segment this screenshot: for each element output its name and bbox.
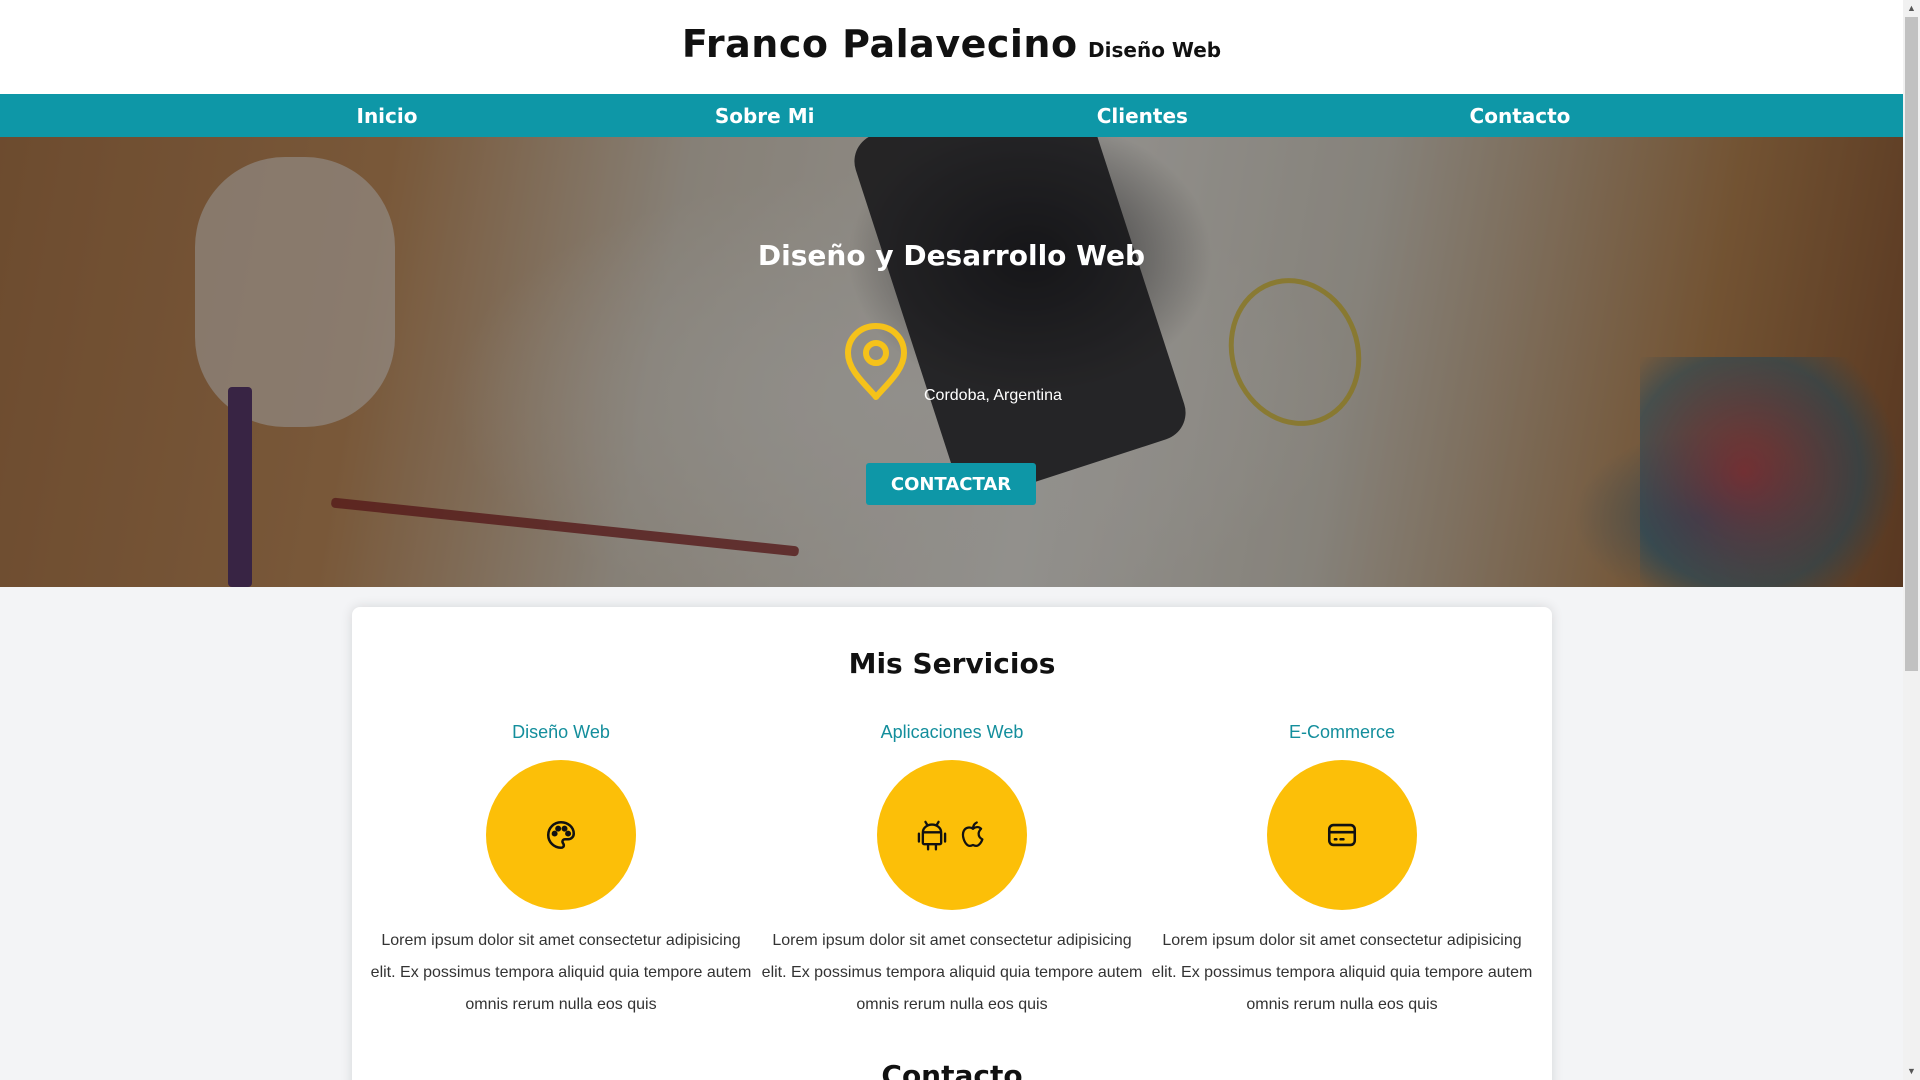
site-header: Franco Palavecino Diseño Web bbox=[0, 0, 1903, 94]
nav-item-inicio[interactable]: Inicio bbox=[262, 104, 512, 128]
credit-card-icon bbox=[1327, 823, 1357, 847]
hero-overlay bbox=[0, 137, 1903, 587]
page-scrollbar[interactable]: ▲ ▼ bbox=[1903, 0, 1920, 1080]
contactar-button[interactable]: CONTACTAR bbox=[866, 463, 1036, 505]
android-icon bbox=[917, 820, 947, 851]
apple-icon bbox=[961, 821, 984, 848]
service-title: E-Commerce bbox=[1288, 722, 1395, 742]
service-e-commerce: E-Commerce Lorem ipsum dolor sit amet co… bbox=[1147, 719, 1537, 1021]
service-icon-circle bbox=[486, 760, 636, 910]
service-description: Lorem ipsum dolor sit amet consectetur a… bbox=[761, 932, 1143, 1013]
map-pin-icon bbox=[845, 323, 907, 400]
service-icon-circle bbox=[877, 760, 1027, 910]
service-title: Diseño Web bbox=[512, 722, 610, 742]
palette-icon bbox=[546, 820, 576, 850]
hero-section: Diseño y Desarrollo Web Cordoba, Argenti… bbox=[0, 137, 1903, 587]
services-card: Mis Servicios Diseño Web Lorem ipsum dol… bbox=[352, 607, 1552, 1080]
scroll-down-arrow-icon[interactable]: ▼ bbox=[1903, 1063, 1920, 1080]
service-aplicaciones-web: Aplicaciones Web Lorem ipsum dolor sit a… bbox=[757, 719, 1147, 1021]
contact-section-title: Contacto bbox=[881, 1059, 1023, 1080]
nav-item-clientes[interactable]: Clientes bbox=[1017, 104, 1267, 128]
nav-item-sobre-mi[interactable]: Sobre Mi bbox=[640, 104, 890, 128]
main-nav: Inicio Sobre Mi Clientes Contacto bbox=[0, 94, 1903, 137]
service-icon-circle bbox=[1267, 760, 1417, 910]
service-description: Lorem ipsum dolor sit amet consectetur a… bbox=[1151, 932, 1533, 1013]
service-description: Lorem ipsum dolor sit amet consectetur a… bbox=[370, 932, 752, 1013]
page: Franco Palavecino Diseño Web Inicio Sobr… bbox=[0, 0, 1903, 1080]
hero-title: Diseño y Desarrollo Web bbox=[757, 239, 1146, 272]
site-tagline: Diseño Web bbox=[1088, 38, 1222, 62]
site-name: Franco Palavecino bbox=[681, 22, 1078, 66]
scroll-up-arrow-icon[interactable]: ▲ bbox=[1903, 0, 1920, 17]
nav-item-contacto[interactable]: Contacto bbox=[1395, 104, 1645, 128]
services-title: Mis Servicios bbox=[848, 647, 1056, 680]
site-title: Franco Palavecino Diseño Web bbox=[0, 22, 1903, 66]
hero-location: Cordoba, Argentina bbox=[924, 387, 1062, 404]
service-diseno-web: Diseño Web Lorem ipsum dolor sit amet co… bbox=[366, 719, 756, 1021]
scrollbar-thumb[interactable] bbox=[1905, 17, 1918, 671]
service-title: Aplicaciones Web bbox=[880, 722, 1024, 742]
